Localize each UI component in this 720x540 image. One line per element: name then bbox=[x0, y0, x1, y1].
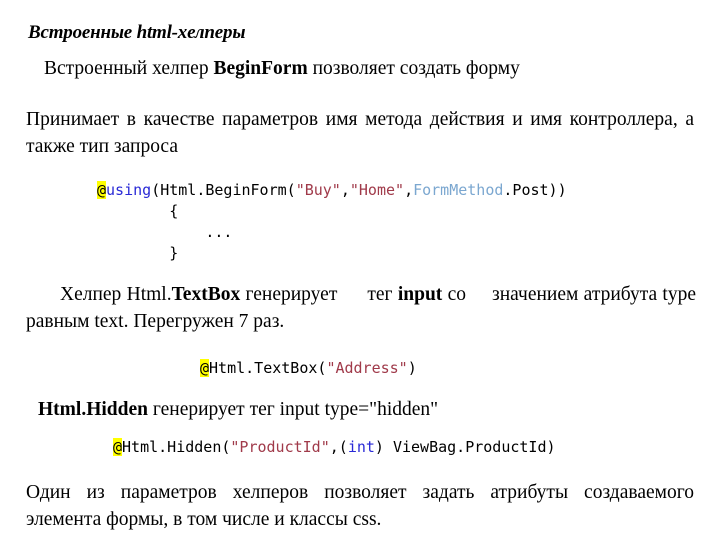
code-keyword-int: int bbox=[347, 438, 375, 456]
code-block-beginform: @using(Html.BeginForm("Buy","Home",FormM… bbox=[97, 180, 567, 264]
code-string-address: "Address" bbox=[326, 359, 408, 377]
text-beginform-pre: Встроенный хелпер bbox=[44, 58, 214, 79]
razor-at-symbol-hidden: @ bbox=[113, 438, 123, 456]
text-textbox-p3: тег bbox=[367, 284, 398, 305]
paragraph-parameters: Принимает в качестве параметров имя мето… bbox=[26, 109, 694, 157]
paragraph-textbox: Хелпер Html.TextBox генерирует тег input … bbox=[26, 281, 696, 335]
text-hidden-bold: Html.Hidden bbox=[38, 399, 148, 420]
text-beginform-bold: BeginForm bbox=[213, 58, 308, 79]
code-comma-2: , bbox=[404, 181, 414, 199]
text-textbox-p2: генерирует bbox=[240, 284, 338, 305]
code-ellipsis: ... bbox=[97, 223, 233, 241]
text-textbox-p4: со bbox=[442, 284, 467, 305]
code-keyword-using: using bbox=[106, 181, 152, 199]
code-string-productid: "ProductId" bbox=[230, 438, 330, 456]
text-hidden-post: генерирует тег input type="hidden" bbox=[147, 399, 439, 420]
text-textbox-p1: Хелпер Html. bbox=[60, 284, 172, 305]
code-block-textbox: @Html.TextBox("Address") bbox=[200, 358, 417, 379]
paragraph-beginform-intro: Встроенный хелпер BeginForm позволяет со… bbox=[28, 55, 692, 82]
razor-at-symbol: @ bbox=[97, 181, 107, 199]
code-comma-1: , bbox=[340, 181, 350, 199]
page-title: Встроенные html-хелперы bbox=[28, 22, 246, 43]
code-call-tail: .Post)) bbox=[503, 181, 567, 199]
code-hidden-pre: Html.Hidden( bbox=[122, 438, 231, 456]
code-hidden-mid: ,( bbox=[329, 438, 348, 456]
code-textbox-post: ) bbox=[407, 359, 417, 377]
code-call-open: (Html.BeginForm( bbox=[151, 181, 296, 199]
code-textbox-pre: Html.TextBox( bbox=[209, 359, 327, 377]
code-open-brace: { bbox=[97, 202, 179, 220]
paragraph-hidden: Html.Hidden генерирует тег input type="h… bbox=[28, 396, 692, 423]
code-string-home: "Home" bbox=[349, 181, 405, 199]
code-string-buy: "Buy" bbox=[295, 181, 341, 199]
razor-at-symbol-textbox: @ bbox=[200, 359, 210, 377]
text-textbox-bold-textbox: TextBox bbox=[171, 284, 241, 305]
code-hidden-post: ) ViewBag.ProductId) bbox=[374, 438, 556, 456]
code-close-brace: } bbox=[97, 244, 179, 262]
slide-canvas: Встроенные html-хелперы Встроенный хелпе… bbox=[0, 0, 720, 540]
text-beginform-post: позволяет создать форму bbox=[307, 58, 520, 79]
code-type-formmethod: FormMethod bbox=[413, 181, 504, 199]
code-block-hidden: @Html.Hidden("ProductId",(int) ViewBag.P… bbox=[113, 437, 556, 458]
text-textbox-bold-input: input bbox=[397, 284, 443, 305]
paragraph-attributes: Один из параметров хелперов позволяет за… bbox=[26, 482, 694, 530]
